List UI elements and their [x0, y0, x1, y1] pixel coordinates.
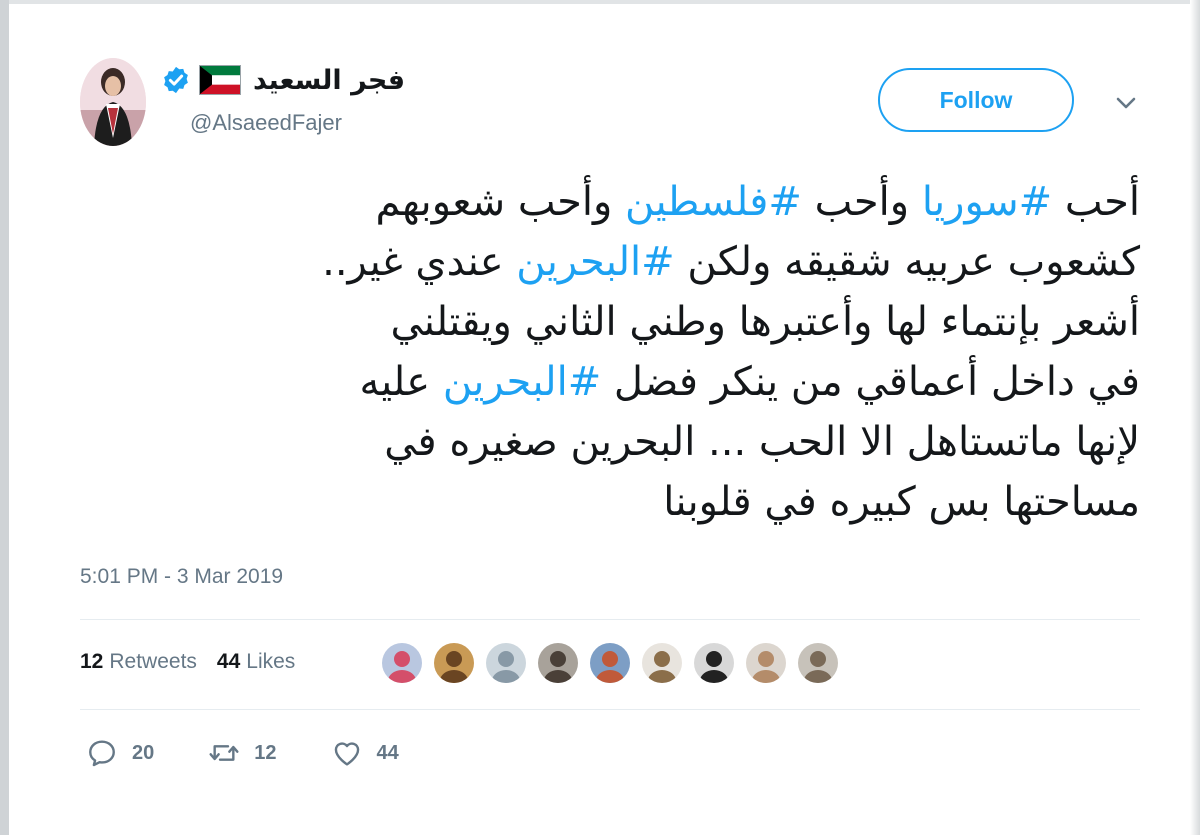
divider-bottom — [80, 709, 1140, 710]
divider-top — [80, 619, 1140, 620]
tweet-text-segment: أشعر بإنتماء لها وأعتبرها وطني الثاني وي… — [390, 299, 1140, 345]
reply-action[interactable]: 20 — [86, 737, 154, 769]
likers-avatar-strip — [380, 641, 848, 685]
retweets-stat-count: 12 — [80, 650, 104, 673]
author-name-row: فجر السعيد — [161, 60, 405, 100]
hashtag-link[interactable]: #البحرين — [443, 359, 601, 405]
author-display-name[interactable]: فجر السعيد — [253, 65, 405, 96]
tweet-text-line: لإنها ماتستاهل الا الحب ... البحرين صغير… — [80, 412, 1140, 472]
tweet-text-line: مساحتها بس كبيره في قلوبنا — [80, 472, 1140, 532]
reply-count: 20 — [132, 741, 155, 764]
retweet-count: 12 — [254, 741, 277, 764]
liker-avatar[interactable] — [744, 641, 788, 685]
likes-stat-count: 44 — [216, 650, 241, 673]
avatar-image — [80, 58, 146, 146]
hashtag-link[interactable]: #فلسطين — [625, 179, 802, 225]
hashtag-link[interactable]: #سوريا — [922, 179, 1052, 225]
window-right-edge — [1190, 0, 1200, 835]
tweet-text-line: أحب #سوريا وأحب #فلسطين وأحب شعوبهم — [80, 172, 1141, 232]
tweet-text: أحب #سوريا وأحب #فلسطين وأحب شعوبهم كشعوب… — [80, 172, 1140, 532]
tweet-stats: 12 Retweets 44 Likes — [80, 650, 295, 674]
tweet-text-segment: وأحب — [801, 179, 922, 225]
kuwait-flag-icon — [198, 65, 241, 95]
likes-stat[interactable]: 44 Likes — [217, 650, 295, 674]
tweet-actions: 20 12 44 — [86, 737, 453, 769]
likes-stat-label: Likes — [246, 650, 296, 673]
reply-icon — [89, 740, 115, 767]
liker-avatar[interactable] — [588, 641, 632, 685]
liker-avatar[interactable] — [796, 641, 840, 685]
tweet-timestamp[interactable]: 5:01 PM - 3 Mar 2019 — [80, 565, 283, 589]
tweet-text-segment: في داخل أعماقي من ينكر فضل — [601, 359, 1140, 405]
tweet-text-segment: عليه — [359, 359, 443, 405]
tweet-text-segment: لإنها ماتستاهل الا الحب ... البحرين صغير… — [384, 419, 1140, 465]
heart-icon — [334, 742, 359, 766]
author-avatar[interactable] — [80, 58, 146, 146]
liker-avatar[interactable] — [484, 641, 528, 685]
liker-avatar[interactable] — [536, 641, 580, 685]
liker-avatar[interactable] — [380, 641, 424, 685]
tweet-text-line: كشعوب عربيه شقيقه ولكن #البحرين عندي غير… — [80, 232, 1140, 292]
follow-button[interactable]: Follow — [878, 68, 1074, 132]
tweet-text-segment: مساحتها بس كبيره في قلوبنا — [663, 479, 1140, 525]
retweet-action[interactable]: 12 — [208, 737, 277, 769]
chevron-down-icon[interactable] — [1114, 95, 1138, 111]
like-action[interactable]: 44 — [331, 737, 399, 769]
tweet-text-segment: كشعوب عربيه شقيقه ولكن — [674, 239, 1140, 285]
tweet-text-line: أشعر بإنتماء لها وأعتبرها وطني الثاني وي… — [80, 292, 1140, 352]
tweet-text-line: في داخل أعماقي من ينكر فضل #البحرين عليه — [80, 352, 1141, 412]
liker-avatar[interactable] — [692, 641, 736, 685]
window-top-edge — [0, 0, 1200, 4]
liker-avatar[interactable] — [432, 641, 476, 685]
tweet-text-segment: وأحب شعوبهم — [375, 179, 626, 225]
retweets-stat-label: Retweets — [109, 650, 197, 673]
window-left-edge — [0, 0, 9, 835]
tweet-text-segment: أحب — [1052, 179, 1140, 225]
retweet-icon — [209, 745, 239, 761]
author-handle[interactable]: @AlsaeedFajer — [190, 110, 342, 136]
liker-avatar[interactable] — [640, 641, 684, 685]
like-count: 44 — [376, 741, 399, 764]
tweet-text-segment: عندي غير.. — [322, 239, 517, 285]
retweets-stat[interactable]: 12 Retweets — [80, 650, 197, 674]
hashtag-link[interactable]: #البحرين — [516, 239, 674, 285]
verified-badge-icon — [164, 66, 188, 94]
